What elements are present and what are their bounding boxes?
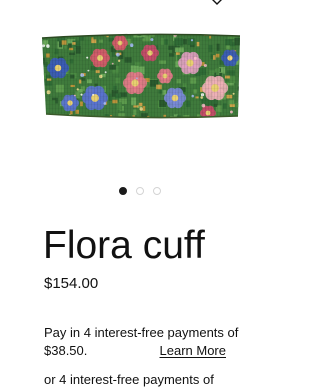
learn-more-link[interactable]: Learn More (160, 342, 226, 360)
product-gallery[interactable] (0, 0, 285, 180)
installment-text: Pay in 4 interest-free payments of (44, 324, 274, 342)
product-image (40, 28, 242, 122)
product-price: $154.00 (44, 275, 98, 293)
installment-amount: $38.50. (44, 342, 87, 360)
carousel-pagination (119, 186, 161, 196)
carousel-dot-1[interactable] (119, 187, 127, 195)
carousel-dot-3[interactable] (153, 187, 161, 195)
installment-info: Pay in 4 interest-free payments of $38.5… (44, 324, 274, 360)
carousel-dot-2[interactable] (136, 187, 144, 195)
installment-line-2: $38.50. Learn More (44, 342, 226, 360)
product-title: Flora cuff (43, 222, 205, 270)
alt-payment-text: or 4 interest-free payments of (44, 371, 214, 389)
